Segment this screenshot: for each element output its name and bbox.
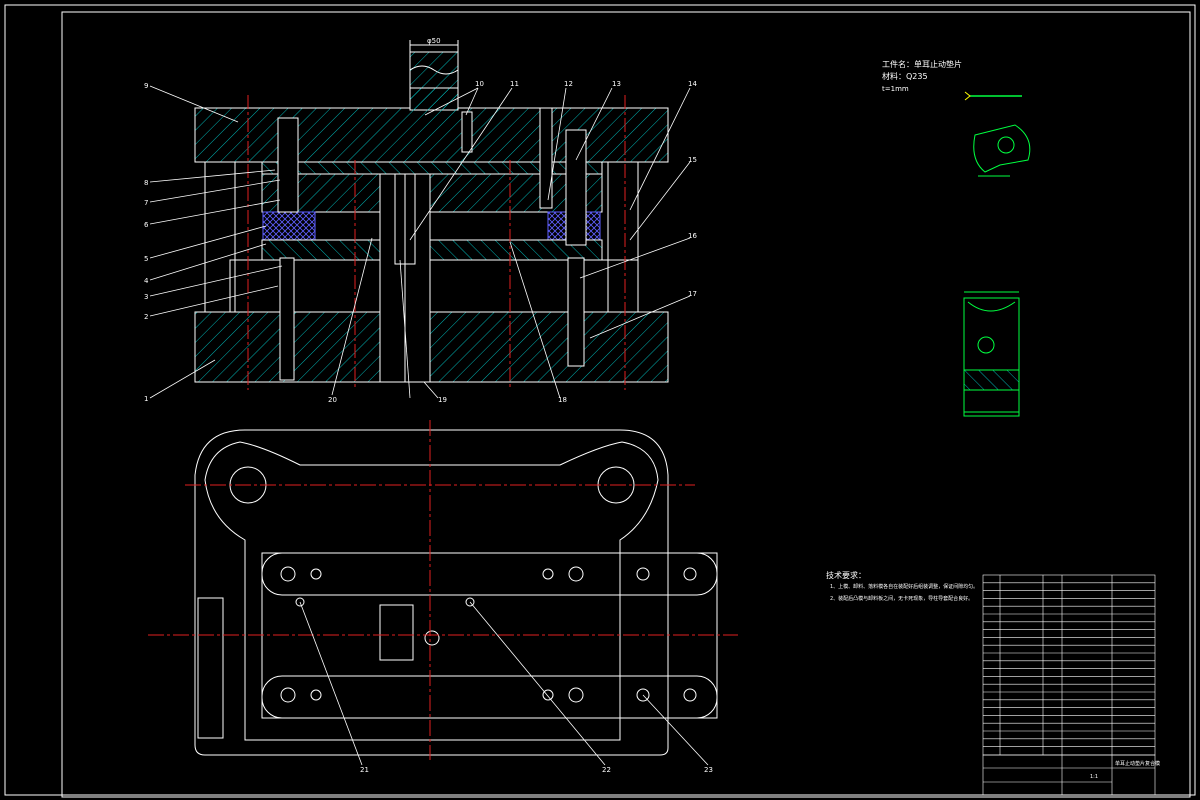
lower-base-outline <box>194 429 669 756</box>
label-2: 2 <box>144 313 148 321</box>
plan-leaders <box>299 601 709 766</box>
label-7: 7 <box>144 199 148 207</box>
strip-hole <box>977 336 995 354</box>
upper-base-outline <box>204 441 659 741</box>
label-1: 1 <box>144 395 148 403</box>
label-10: 10 <box>475 80 484 88</box>
label-6: 6 <box>144 221 149 229</box>
label-13: 13 <box>612 80 621 88</box>
workpiece-view: 工件名：单耳止动垫片 材料：Q235 t=1mm <box>882 59 1031 417</box>
labels-top: 10 11 12 13 14 <box>475 80 697 88</box>
pierce-hole <box>424 630 440 646</box>
label-9: 9 <box>144 82 148 90</box>
label-21: 21 <box>360 766 369 774</box>
label-16: 16 <box>688 232 697 240</box>
workpiece-outline <box>973 124 1031 173</box>
tech-line-1: 1、上模、卸料、落料模各自在装配好后组装调整，保证间隙均匀。 <box>830 583 978 590</box>
labels-bottom: 20 19 18 <box>328 396 567 404</box>
label-22: 22 <box>602 766 611 774</box>
pin-center <box>461 111 473 153</box>
cad-drawing-canvas: φ50 9 8 7 6 5 4 3 2 1 10 11 12 13 14 15 … <box>4 4 1196 798</box>
label-3: 3 <box>144 293 148 301</box>
label-23: 23 <box>704 766 713 774</box>
label-19: 19 <box>438 396 447 404</box>
rubber-left <box>262 211 316 241</box>
tech-line-2: 2、装配后凸模与卸料板之间，无卡死现象，导柱导套配合良好。 <box>830 595 973 602</box>
label-12: 12 <box>564 80 573 88</box>
screw-left-upper <box>277 117 299 213</box>
screw-right-upper <box>565 129 587 246</box>
tech-title: 技术要求： <box>826 570 866 580</box>
labels-right: 15 16 17 <box>688 156 697 298</box>
drawing-scale: 1:1 <box>1090 774 1098 780</box>
lower-die-base <box>194 311 669 383</box>
shank-dimension-label: φ50 <box>427 37 441 45</box>
drawing-title: 单耳止动垫片复合模 <box>1115 760 1160 767</box>
side-view-bend <box>964 91 971 101</box>
workpiece-name: 工件名：单耳止动垫片 <box>882 59 962 69</box>
workpiece-material: 材料：Q235 <box>882 71 928 81</box>
labels-left: 9 8 7 6 5 4 3 2 1 <box>144 82 149 403</box>
workpiece-thickness: t=1mm <box>882 85 909 93</box>
label-4: 4 <box>144 277 149 285</box>
pin-right <box>539 107 553 209</box>
label-11: 11 <box>510 80 519 88</box>
die-cavity <box>379 604 414 661</box>
tech-requirements: 技术要求： 1、上模、卸料、落料模各自在装配好后组装调整，保证间隙均匀。 2、装… <box>826 570 978 602</box>
label-15: 15 <box>688 156 697 164</box>
left-slot <box>197 597 224 739</box>
strip-view <box>963 297 1020 417</box>
upper-die-base <box>194 87 669 163</box>
plan-view: 21 22 23 <box>148 420 738 774</box>
bom-rows <box>983 582 1155 747</box>
screw-right-lower <box>567 257 585 367</box>
bom-table <box>982 574 1156 756</box>
guide-bushing-right <box>607 161 639 313</box>
strip-notch <box>963 369 1020 391</box>
strip-cut <box>967 301 1016 312</box>
screw-left-lower <box>279 257 295 381</box>
label-8: 8 <box>144 179 148 187</box>
label-17: 17 <box>688 290 697 298</box>
label-5: 5 <box>144 255 148 263</box>
label-20: 20 <box>328 396 337 404</box>
workpiece-hole <box>997 136 1015 154</box>
label-18: 18 <box>558 396 567 404</box>
label-14: 14 <box>688 80 697 88</box>
stripper-plate <box>261 239 603 261</box>
section-view: φ50 9 8 7 6 5 4 3 2 1 10 11 12 13 14 15 … <box>144 37 697 404</box>
